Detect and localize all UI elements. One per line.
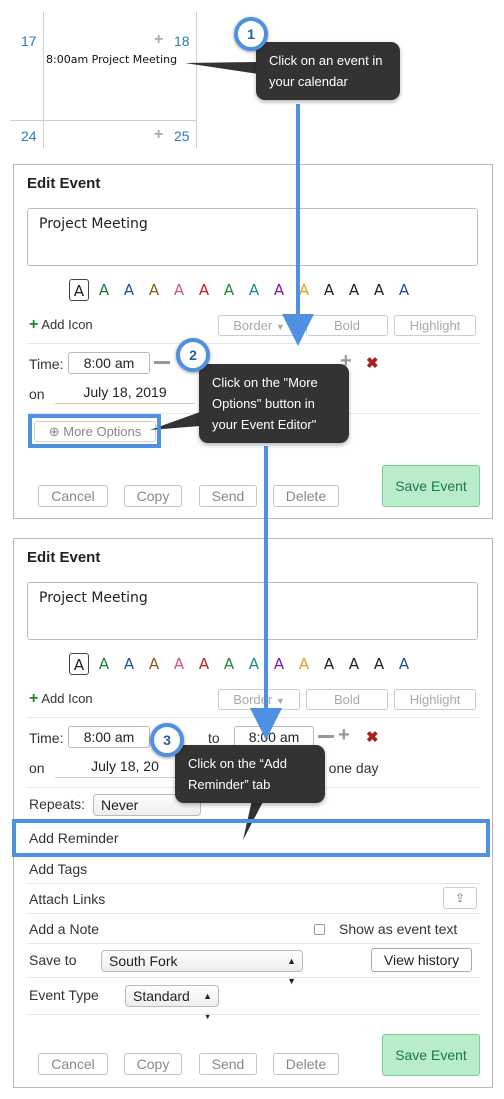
highlight-more-options <box>28 414 161 448</box>
step-1-callout: Click on an event in your calendar <box>256 42 400 100</box>
annotation-arrows <box>150 62 314 840</box>
step-3-badge: 3 <box>150 723 184 757</box>
callout-pointer <box>185 62 258 74</box>
step-2-badge: 2 <box>176 338 210 372</box>
step-2-callout: Click on the "More Options" button in yo… <box>199 364 349 443</box>
highlight-add-reminder <box>12 819 490 857</box>
step-3-callout: Click on the “Add Reminder” tab <box>175 745 325 803</box>
step-1-badge: 1 <box>234 17 268 51</box>
